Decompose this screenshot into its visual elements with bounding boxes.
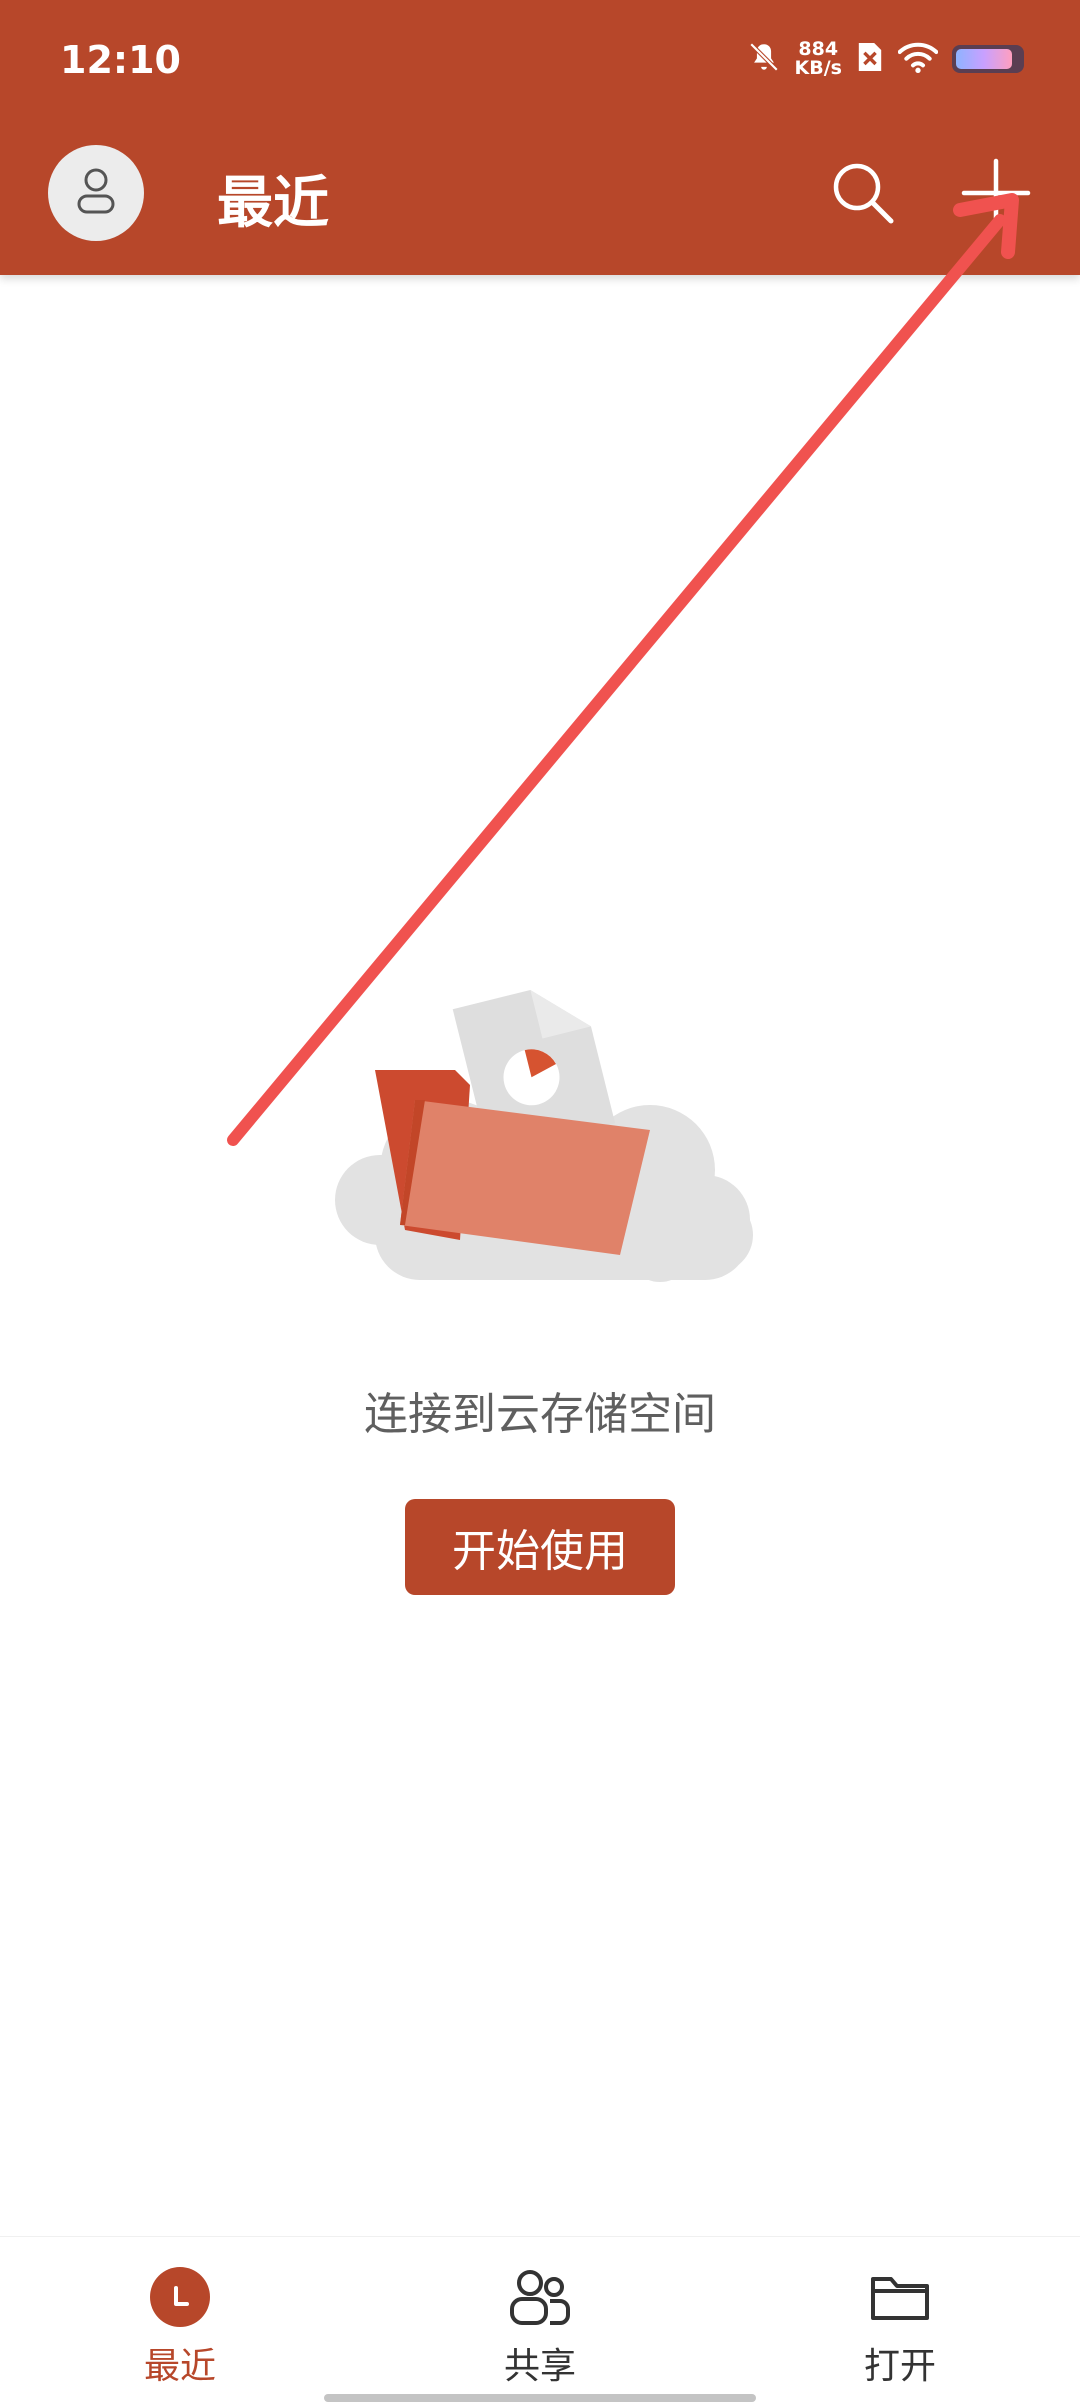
app-screen: 12:10 884 KB/s 最近 连接到云存储空间 开始使用 最近 共享 打开 (0, 0, 1080, 2408)
folder-cloud-illustration (320, 970, 760, 1290)
nav-label-recent: 最近 (143, 2346, 216, 2387)
search-button[interactable] (828, 158, 898, 228)
home-indicator[interactable] (324, 2394, 756, 2402)
battery-icon (952, 45, 1024, 73)
net-speed-unit: KB/s (794, 57, 842, 79)
plus-icon (958, 158, 1034, 235)
app-header: 12:10 884 KB/s 最近 (0, 0, 1080, 275)
search-icon (828, 163, 898, 232)
nav-label-shared: 共享 (503, 2346, 576, 2387)
page-title: 最近 (217, 171, 329, 236)
folder-icon (868, 2265, 932, 2329)
wifi-icon (897, 40, 939, 78)
nav-item-recent[interactable]: 最近 (80, 2265, 280, 2389)
nav-label-open: 打开 (863, 2346, 936, 2387)
add-button[interactable] (958, 155, 1034, 231)
sim-no-signal-icon (856, 40, 884, 78)
bottom-nav: 最近 共享 打开 (0, 2236, 1080, 2408)
get-started-button[interactable]: 开始使用 (405, 1499, 675, 1595)
nav-item-shared[interactable]: 共享 (440, 2265, 640, 2389)
account-avatar-button[interactable] (48, 145, 144, 241)
net-speed: 884 KB/s (795, 40, 842, 78)
person-icon (74, 166, 118, 220)
empty-state-message: 连接到云存储空间 (364, 1389, 716, 1440)
status-icons: 884 KB/s (747, 40, 1024, 78)
clock-icon (148, 2265, 212, 2329)
status-time: 12:10 (60, 38, 181, 82)
bell-off-icon (747, 40, 781, 78)
people-icon (508, 2265, 572, 2329)
nav-item-open[interactable]: 打开 (800, 2265, 1000, 2389)
